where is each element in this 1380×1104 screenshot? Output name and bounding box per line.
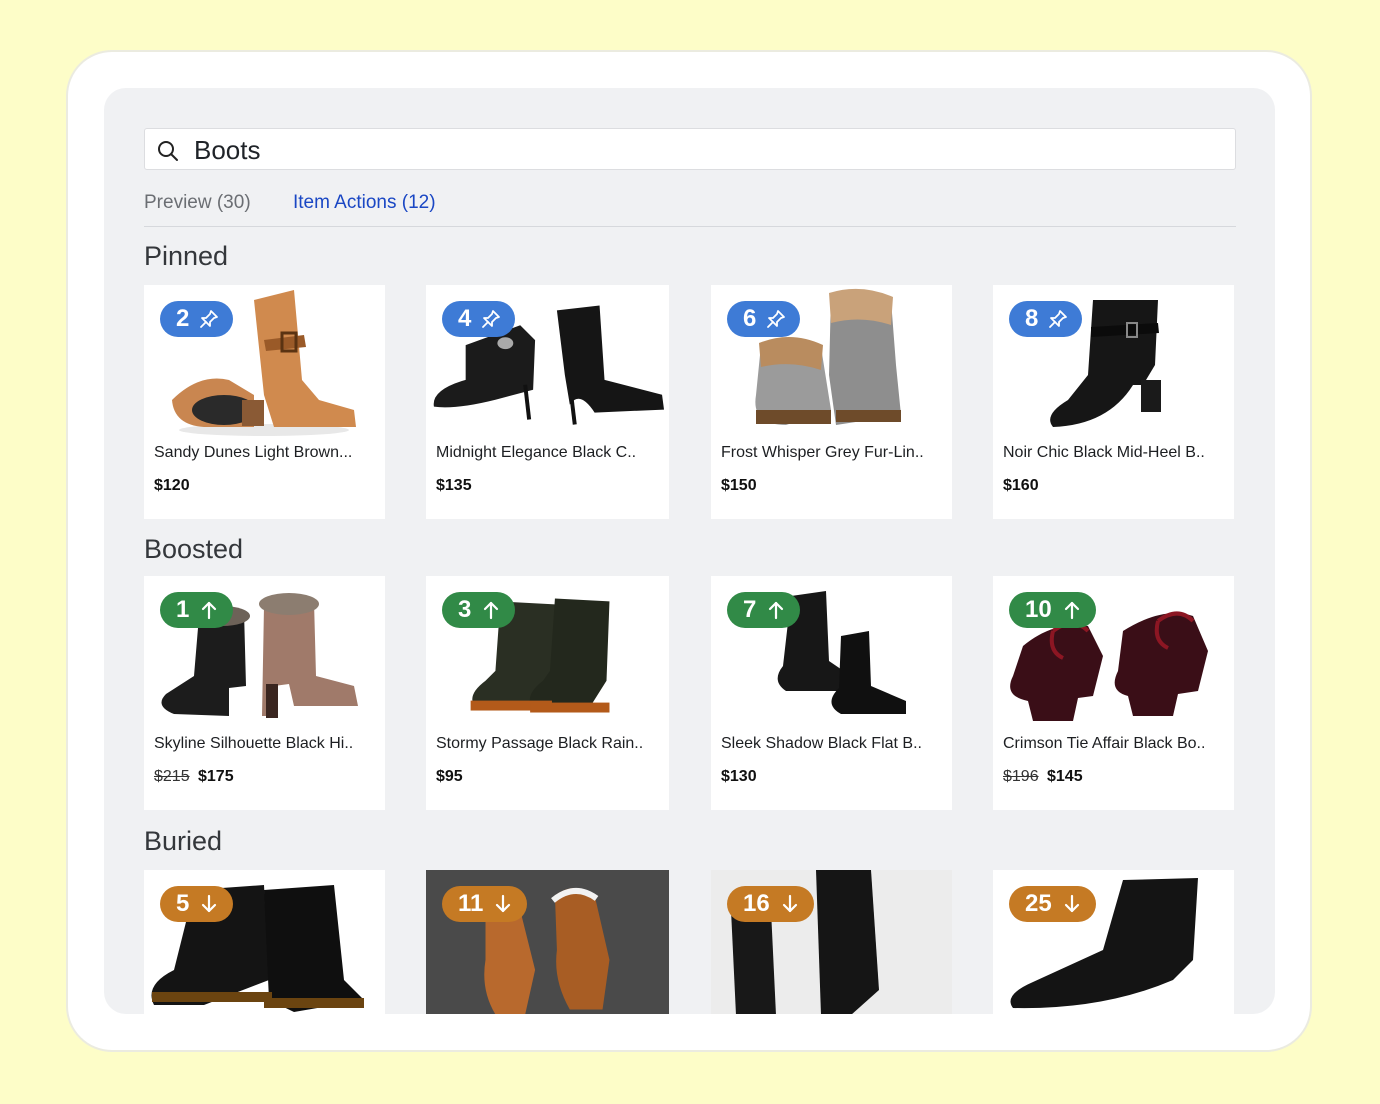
search-icon [158,141,178,161]
arrow-up-icon [769,601,784,620]
product-card[interactable]: 3 Stormy Passage Black Rain.. $95 [426,576,669,810]
product-card[interactable]: 16 [711,870,952,1014]
product-card[interactable]: 8 Noir Chic Black Mid-Heel B.. $160 [993,285,1234,519]
section-title-pinned: Pinned [144,241,229,271]
product-card[interactable]: 7 Sleek Shadow Black Flat B.. $130 [711,576,952,810]
product-price: $150 [721,477,757,494]
pin-icon [482,310,501,328]
original-price: $215 [154,768,190,785]
product-name: Crimson Tie Affair Black Bo.. [1003,735,1206,752]
rank-number: 11 [458,890,484,917]
product-name: Stormy Passage Black Rain.. [436,735,644,752]
product-price: $130 [721,768,757,785]
product-name: Noir Chic Black Mid-Heel B.. [1003,444,1205,461]
product-card[interactable]: 2 Sandy Dunes Light Brown... $120 [144,285,385,519]
buried-rank-badge: 25 [1009,886,1096,922]
rank-number: 25 [1025,890,1052,917]
section-title-buried: Buried [144,826,223,856]
rank-number: 16 [743,890,770,917]
product-card[interactable]: 6 Frost Whisper Grey Fur-Lin.. $150 [711,285,952,519]
product-card[interactable]: 5 [144,870,385,1014]
product-name: Sleek Shadow Black Flat B.. [721,735,922,752]
product-price: $160 [1003,477,1039,494]
arrow-down-icon [1064,894,1079,913]
rank-number: 4 [458,305,472,332]
arrow-up-icon [484,601,499,620]
rank-number: 3 [458,596,472,623]
rank-number: 2 [176,305,190,332]
product-price: $95 [436,768,463,785]
pin-icon [767,310,786,328]
merchandising-panel: Boots Preview (30) Item Actions (12) Pin… [104,88,1275,1014]
product-card[interactable]: 1 Skyline Silhouette Black Hi.. $215 $17… [144,576,385,810]
rank-number: 5 [176,890,190,917]
pin-icon [200,310,219,328]
arrow-down-icon [782,894,797,913]
rank-number: 1 [176,596,190,623]
tab-item-actions[interactable]: Item Actions (12) [293,192,436,214]
rank-number: 8 [1025,305,1039,332]
product-card[interactable]: 11 [426,870,669,1014]
arrow-up-icon [202,601,217,620]
tab-bar: Preview (30) Item Actions (12) [144,186,1236,227]
pin-icon [1049,310,1068,328]
product-price: $120 [154,477,190,494]
product-price: $175 [198,768,234,785]
product-card[interactable]: 10 Crimson Tie Affair Black Bo.. $196 $1… [993,576,1234,810]
product-name: Sandy Dunes Light Brown... [154,444,353,461]
rank-number: 7 [743,596,757,623]
arrow-down-icon [496,894,511,913]
section-title-boosted: Boosted [144,534,244,564]
buried-rank-badge: 16 [727,886,814,922]
search-input[interactable]: Boots [144,128,1236,170]
boosted-rank-badge: 1 [160,592,234,628]
pinned-rank-badge: 4 [442,301,516,337]
product-name: Skyline Silhouette Black Hi.. [154,735,354,752]
boosted-rank-badge: 10 [1009,592,1096,628]
rank-number: 10 [1025,596,1052,623]
product-price: $135 [436,477,472,494]
rank-number: 6 [743,305,757,332]
product-name: Frost Whisper Grey Fur-Lin.. [721,444,924,461]
product-card[interactable]: 25 [993,870,1234,1014]
pinned-rank-badge: 8 [1009,301,1083,337]
boosted-rank-badge: 3 [442,592,516,628]
product-card[interactable]: 4 Midnight Elegance Black C.. $135 [426,285,669,519]
search-query[interactable]: Boots [194,135,261,165]
arrow-down-icon [202,894,217,913]
buried-rank-badge: 11 [442,886,528,922]
arrow-up-icon [1064,601,1079,620]
tab-preview[interactable]: Preview (30) [144,192,251,214]
pinned-rank-badge: 2 [160,301,234,337]
product-name: Midnight Elegance Black C.. [436,444,637,461]
boosted-rank-badge: 7 [727,592,801,628]
product-price: $145 [1047,768,1083,785]
original-price: $196 [1003,768,1039,785]
pinned-rank-badge: 6 [727,301,801,337]
buried-rank-badge: 5 [160,886,234,922]
